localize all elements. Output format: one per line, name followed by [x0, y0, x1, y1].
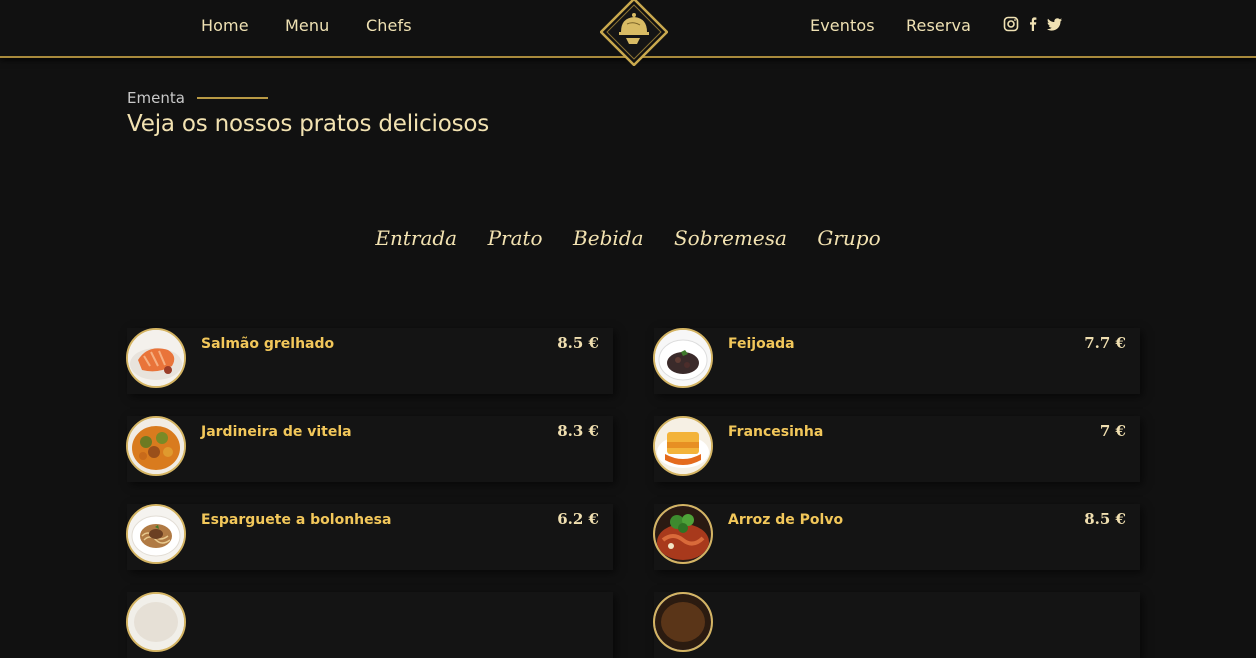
nav-menu-link[interactable]: Menu [285, 15, 329, 37]
dish-name: Jardineira de vitela [201, 424, 352, 440]
eyebrow-divider [196, 97, 268, 99]
top-navbar: Home Menu Chefs Eventos Reserva [0, 0, 1256, 67]
category-filters: Entrada Prato Bebida Sobremesa Grupo [0, 224, 1256, 252]
dish-photo [653, 504, 713, 564]
twitter-icon[interactable] [1047, 16, 1063, 32]
dish-name: Francesinha [728, 424, 824, 440]
section-eyebrow: Ementa [127, 88, 268, 108]
menu-item-card[interactable]: Francesinha 7 € [653, 416, 1140, 482]
filter-prato[interactable]: Prato [488, 224, 543, 252]
menu-item-card[interactable]: Esparguete a bolonhesa 6.2 € [126, 504, 613, 570]
dish-photo [126, 592, 186, 652]
nav-events-link[interactable]: Eventos [810, 15, 875, 37]
dish-name: Feijoada [728, 336, 795, 352]
nav-home-link[interactable]: Home [201, 15, 249, 37]
dish-photo [653, 328, 713, 388]
dish-name: Salmão grelhado [201, 336, 335, 352]
dish-photo [653, 592, 713, 652]
dish-price: 8.5 € [557, 334, 599, 352]
dish-photo [653, 416, 713, 476]
dish-price: 7 € [1099, 422, 1126, 440]
dish-price: 8.5 € [1084, 510, 1126, 528]
section-title: Veja os nossos pratos deliciosos [127, 111, 490, 137]
dish-price: 6.2 € [557, 510, 599, 528]
filter-grupo[interactable]: Grupo [817, 224, 880, 252]
filter-sobremesa[interactable]: Sobremesa [674, 224, 787, 252]
menu-item-card[interactable]: Feijoada 7.7 € [653, 328, 1140, 394]
filter-entrada[interactable]: Entrada [375, 224, 457, 252]
menu-item-card[interactable] [653, 592, 1140, 658]
instagram-icon[interactable] [1003, 16, 1019, 32]
menu-item-card[interactable]: Jardineira de vitela 8.3 € [126, 416, 613, 482]
nav-reservation-link[interactable]: Reserva [906, 15, 971, 37]
dish-price: 7.7 € [1084, 334, 1126, 352]
dish-price: 8.3 € [557, 422, 599, 440]
section-eyebrow-text: Ementa [127, 89, 185, 107]
facebook-icon[interactable] [1025, 16, 1041, 32]
dish-photo [126, 328, 186, 388]
dish-photo [126, 416, 186, 476]
dish-name: Esparguete a bolonhesa [201, 512, 392, 528]
restaurant-logo[interactable] [599, 0, 669, 67]
dish-photo [126, 504, 186, 564]
nav-chefs-link[interactable]: Chefs [366, 15, 412, 37]
filter-bebida[interactable]: Bebida [573, 224, 643, 252]
cloche-icon [599, 0, 669, 67]
menu-item-card[interactable]: Arroz de Polvo 8.5 € [653, 504, 1140, 570]
menu-item-card[interactable]: Salmão grelhado 8.5 € [126, 328, 613, 394]
menu-item-card[interactable] [126, 592, 613, 658]
dish-name: Arroz de Polvo [728, 512, 844, 528]
